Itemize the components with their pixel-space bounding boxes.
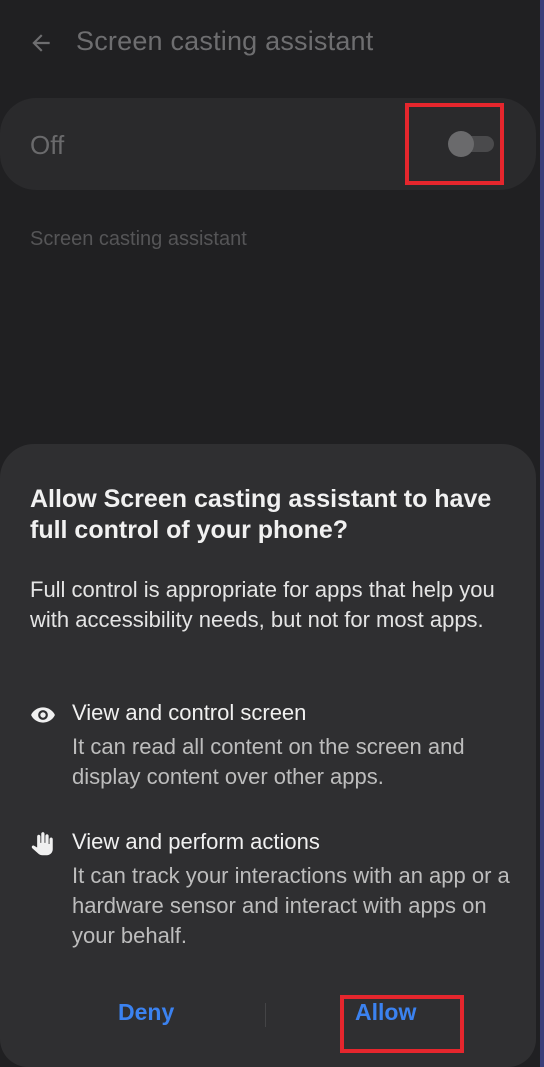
dialog-body: Full control is appropriate for apps tha… — [30, 577, 495, 632]
master-switch-row[interactable]: Off — [0, 98, 536, 190]
permission-title: View and control screen — [72, 700, 307, 725]
dialog-actions: Deny Allow — [0, 999, 536, 1039]
section-caption: Screen casting assistant — [30, 228, 247, 250]
allow-button[interactable]: Allow — [355, 999, 416, 1026]
master-toggle-switch[interactable] — [446, 131, 496, 157]
button-divider — [265, 1003, 266, 1027]
eye-icon — [31, 707, 55, 723]
switch-state-label: Off — [30, 130, 65, 160]
arrow-left-icon[interactable] — [28, 30, 54, 56]
permission-description: It can read all content on the screen an… — [72, 734, 465, 789]
app-bar: Screen casting assistant — [0, 0, 540, 88]
page-title: Screen casting assistant — [76, 26, 374, 56]
screen: Screen casting assistant Off Screen cast… — [0, 0, 544, 1067]
toggle-thumb — [448, 131, 474, 157]
dialog-title: Allow Screen casting assistant to have f… — [30, 485, 492, 544]
permission-description: It can track your interactions with an a… — [72, 863, 510, 948]
window-edge — [540, 0, 544, 1067]
permission-title: View and perform actions — [72, 829, 320, 854]
hand-icon — [31, 832, 53, 856]
permission-dialog: Allow Screen casting assistant to have f… — [0, 444, 536, 1067]
deny-button[interactable]: Deny — [118, 999, 174, 1026]
